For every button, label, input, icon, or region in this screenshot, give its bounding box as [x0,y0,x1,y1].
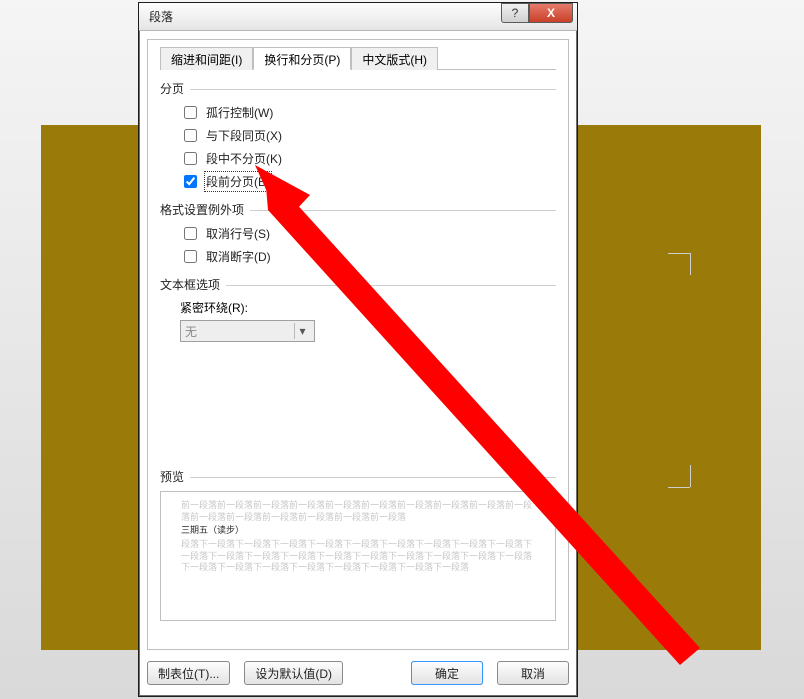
tab-line-page-breaks[interactable]: 换行和分页(P) [253,47,351,70]
tight-wrap-select[interactable]: 无 ▾ [180,320,315,342]
tab-label: 换行和分页(P) [264,53,340,67]
group-title: 预览 [160,468,184,485]
check-keep-with-next[interactable]: 与下段同页(X) [180,126,556,145]
chevron-down-icon: ▾ [294,323,310,339]
button-label: 制表位(T)... [158,667,219,681]
tight-wrap-label: 紧密环绕(R): [180,299,556,316]
tab-asian-typography[interactable]: 中文版式(H) [351,47,438,70]
group-title: 格式设置例外项 [160,201,244,218]
checkbox[interactable] [184,175,197,188]
checkbox[interactable] [184,250,197,263]
check-label: 取消断字(D) [206,248,271,265]
set-default-button[interactable]: 设为默认值(D) [244,661,343,685]
help-icon: ? [512,6,519,20]
check-widow-orphan[interactable]: 孤行控制(W) [180,103,556,122]
crop-mark [640,465,690,515]
group-preview: 预览 [160,468,556,485]
check-label: 段前分页(B) [206,173,270,190]
group-title: 文本框选项 [160,276,220,293]
ok-button[interactable]: 确定 [411,661,483,685]
check-suppress-line-numbers[interactable]: 取消行号(S) [180,224,556,243]
tab-label: 缩进和间距(I) [171,53,242,67]
check-label: 段中不分页(K) [206,150,282,167]
tab-label: 中文版式(H) [362,53,427,67]
dialog-body: 缩进和间距(I) 换行和分页(P) 中文版式(H) 分页 孤行控制(W) 与下段… [147,39,569,650]
group-title: 分页 [160,80,184,97]
button-label: 取消 [521,667,545,681]
checkbox[interactable] [184,129,197,142]
check-suppress-hyphenation[interactable]: 取消断字(D) [180,247,556,266]
close-icon: X [547,6,555,20]
check-label: 孤行控制(W) [206,104,273,121]
paragraph-dialog: 段落 ? X 缩进和间距(I) 换行和分页(P) 中文版式(H) 分页 孤行控制… [138,2,578,697]
group-textbox-options: 文本框选项 [160,276,556,293]
button-label: 确定 [435,667,459,681]
check-keep-lines-together[interactable]: 段中不分页(K) [180,149,556,168]
group-pagination: 分页 [160,80,556,97]
group-format-exceptions: 格式设置例外项 [160,201,556,218]
dialog-footer: 制表位(T)... 设为默认值(D) 确定 取消 [147,658,569,688]
crop-mark [640,253,690,303]
help-button[interactable]: ? [501,3,529,23]
checkbox[interactable] [184,152,197,165]
check-label: 与下段同页(X) [206,127,282,144]
checkbox[interactable] [184,106,197,119]
check-label: 取消行号(S) [206,225,270,242]
tab-indent-spacing[interactable]: 缩进和间距(I) [160,47,253,70]
preview-text-before: 前一段落前一段落前一段落前一段落前一段落前一段落前一段落前一段落前一段落前一段落… [181,500,535,523]
checkbox[interactable] [184,227,197,240]
preview-text-current: 三期五（读步） [181,525,535,537]
titlebar[interactable]: 段落 ? X [139,3,577,31]
check-page-break-before[interactable]: 段前分页(B) [180,172,556,191]
tabs-button[interactable]: 制表位(T)... [147,661,230,685]
tab-strip: 缩进和间距(I) 换行和分页(P) 中文版式(H) [160,46,556,70]
select-value: 无 [185,323,197,340]
dialog-title: 段落 [149,8,173,25]
preview-text-after: 段落下一段落下一段落下一段落下一段落下一段落下一段落下一段落下一段落下一段落下一… [181,539,535,574]
cancel-button[interactable]: 取消 [497,661,569,685]
button-label: 设为默认值(D) [255,667,332,681]
close-button[interactable]: X [529,3,573,23]
preview-pane: 前一段落前一段落前一段落前一段落前一段落前一段落前一段落前一段落前一段落前一段落… [160,491,556,621]
